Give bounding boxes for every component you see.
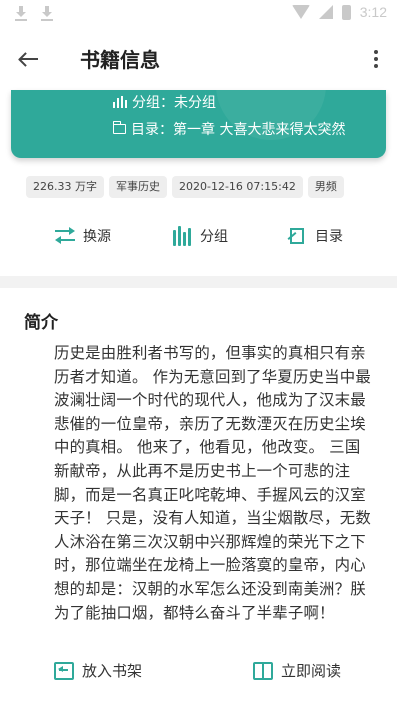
action-row: 换源 分组 目录 xyxy=(0,226,397,252)
bookshelf-icon xyxy=(172,226,194,246)
category-tag: 军事历史 xyxy=(109,176,167,198)
back-button[interactable] xyxy=(14,45,44,73)
group-button[interactable]: 分组 xyxy=(172,226,228,246)
battery-icon xyxy=(341,4,351,20)
wifi-icon xyxy=(291,5,310,19)
catalog-icon xyxy=(287,226,309,246)
catalog-label: 目录 xyxy=(315,229,343,245)
book-info-card: 分组：未分组 目录：第一章 大喜大悲来得太突然 xyxy=(11,90,386,158)
bottom-action-bar: 放入书架 立即阅读 xyxy=(0,652,397,692)
intro-text: 历史是由胜利者书写的，但事实的真相只有亲历者才知道。 作为无意回到了华夏历史当中… xyxy=(54,344,371,622)
add-to-shelf-button[interactable]: 放入书架 xyxy=(54,660,142,681)
audience-tag: 男频 xyxy=(307,176,344,198)
swap-icon xyxy=(55,226,77,246)
change-source-label: 换源 xyxy=(83,229,111,245)
more-options-button[interactable] xyxy=(371,48,381,70)
book-group-row[interactable]: 分组：未分组 xyxy=(113,92,216,112)
system-icons: 3:12 xyxy=(291,4,387,20)
notification-icons xyxy=(14,5,54,21)
arrow-left-icon xyxy=(20,58,38,60)
intro-heading: 简介 xyxy=(24,313,58,333)
more-vert-icon xyxy=(374,50,378,54)
book-catalog-row[interactable]: 目录：第一章 大喜大悲来得太突然 xyxy=(113,119,345,139)
folder-icon xyxy=(113,121,126,134)
book-open-icon xyxy=(253,661,273,680)
page-title: 书籍信息 xyxy=(80,48,160,72)
status-bar: 3:12 xyxy=(0,0,397,28)
book-catalog-label: 目录：第一章 大喜大悲来得太突然 xyxy=(131,122,346,138)
group-icon xyxy=(113,96,127,108)
section-divider xyxy=(0,276,397,288)
download-icon xyxy=(40,5,54,21)
catalog-button[interactable]: 目录 xyxy=(287,226,343,246)
word-count-tag: 226.33 万字 xyxy=(26,176,104,198)
group-label: 分组 xyxy=(200,229,228,245)
update-time-tag: 2020-12-16 07:15:42 xyxy=(172,176,303,198)
read-now-button[interactable]: 立即阅读 xyxy=(253,660,341,681)
signal-icon xyxy=(318,5,333,19)
add-to-shelf-label: 放入书架 xyxy=(82,662,143,680)
read-now-label: 立即阅读 xyxy=(281,662,342,680)
change-source-button[interactable]: 换源 xyxy=(55,226,111,246)
app-bar: 书籍信息 xyxy=(0,28,397,90)
book-tags: 226.33 万字 军事历史 2020-12-16 07:15:42 男频 xyxy=(26,176,344,198)
add-to-shelf-icon xyxy=(54,661,74,680)
status-time: 3:12 xyxy=(359,4,387,20)
book-group-label: 分组：未分组 xyxy=(132,95,216,111)
download-icon xyxy=(14,5,28,21)
